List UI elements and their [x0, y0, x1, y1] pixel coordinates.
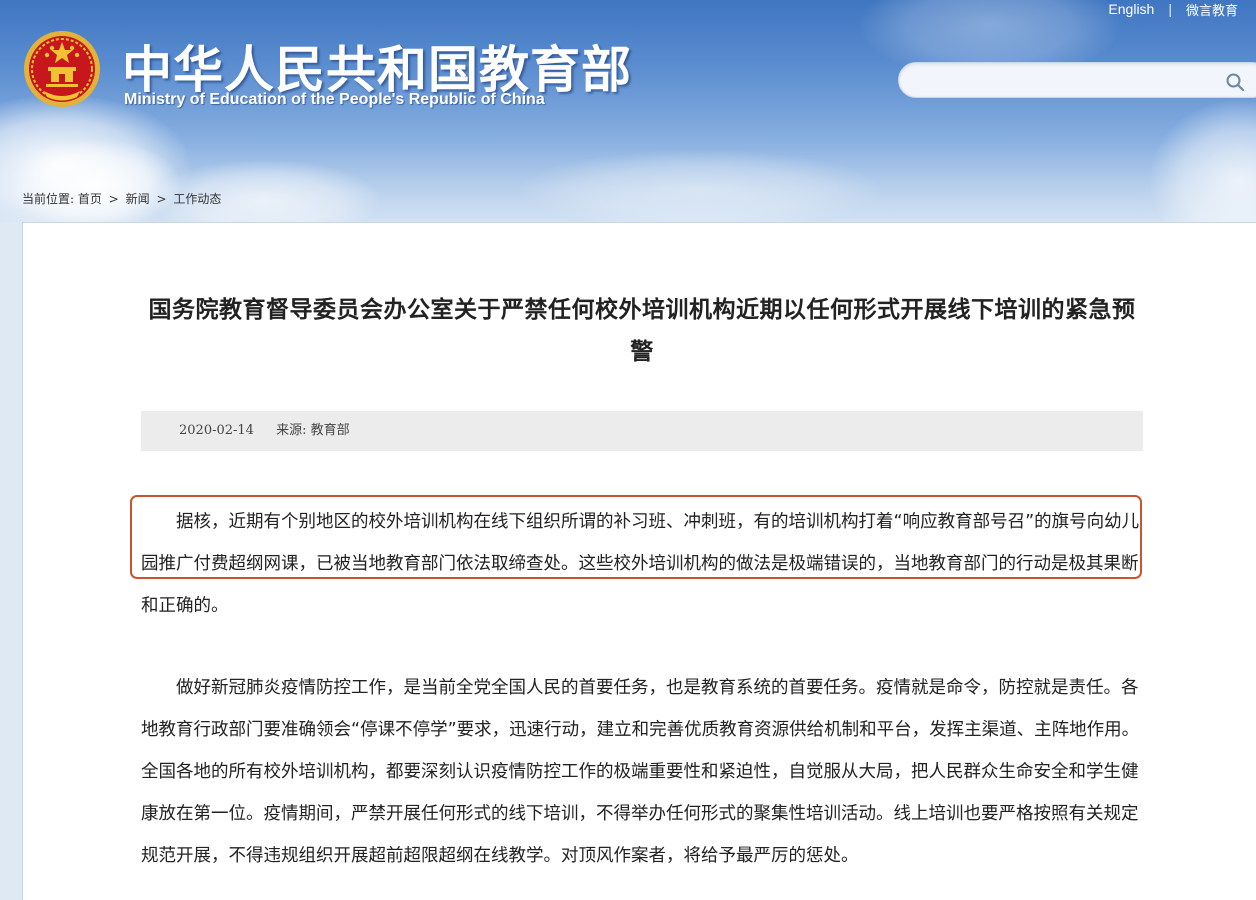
article-source: 教育部 — [310, 423, 350, 438]
emblem-small-star — [49, 45, 55, 51]
emblem-small-star — [69, 45, 75, 51]
header-cloud — [520, 150, 880, 222]
article-paragraph: 据核，近期有个别地区的校外培训机构在线下组织所谓的补习班、冲刺班，有的培训机构打… — [141, 512, 1140, 616]
emblem-small-star — [74, 52, 80, 58]
national-emblem-graphic — [24, 31, 100, 107]
breadcrumb-home[interactable]: 首页 — [78, 192, 102, 206]
site-title-en[interactable]: Ministry of Education of the People's Re… — [124, 91, 545, 109]
search-input[interactable] — [915, 69, 1215, 93]
breadcrumb-separator: > — [156, 192, 167, 206]
emblem-base — [46, 84, 78, 87]
article-date: 2020-02-14 — [179, 423, 254, 438]
weiyan-link[interactable]: 微言教育 — [1186, 0, 1238, 19]
search-icon-graphic — [1226, 73, 1245, 92]
national-emblem-icon[interactable] — [22, 29, 102, 109]
page: 中华人民共和国教育部 Ministry of Education of the … — [0, 0, 1256, 900]
emblem-small-star — [44, 52, 50, 58]
breadcrumb-work-updates[interactable]: 工作动态 — [173, 192, 221, 206]
article-source-label: 来源: — [276, 423, 307, 438]
article-panel: 国务院教育督导委员会办公室关于严禁任何校外培训机构近期以任何形式开展线下培训的紧… — [22, 222, 1256, 900]
emblem-gate-roof — [48, 67, 76, 71]
english-link[interactable]: English — [1108, 1, 1154, 17]
article-meta-bar: 2020-02-14 来源: 教育部 — [141, 411, 1143, 451]
site-header: 中华人民共和国教育部 Ministry of Education of the … — [0, 0, 1256, 222]
article-title: 国务院教育督导委员会办公室关于严禁任何校外培训机构近期以任何形式开展线下培训的紧… — [148, 297, 1136, 365]
header-cloud — [1150, 100, 1256, 222]
breadcrumb: 当前位置: 首页 > 新闻 > 工作动态 — [22, 190, 221, 207]
article-body: 据核，近期有个别地区的校外培训机构在线下组织所谓的补习班、冲刺班，有的培训机构打… — [141, 501, 1143, 877]
article-paragraph: 做好新冠肺炎疫情防控工作，是当前全党全国人民的首要任务，也是教育系统的首要任务。… — [141, 678, 1140, 866]
search-box — [898, 62, 1256, 98]
breadcrumb-prefix: 当前位置: — [22, 192, 75, 206]
breadcrumb-news[interactable]: 新闻 — [126, 192, 150, 206]
search-icon[interactable] — [1225, 72, 1245, 92]
top-links: English | 微言教育 — [1108, 0, 1238, 19]
top-links-separator: | — [1168, 1, 1172, 17]
emblem-gate-door — [59, 74, 65, 82]
breadcrumb-separator: > — [108, 192, 119, 206]
